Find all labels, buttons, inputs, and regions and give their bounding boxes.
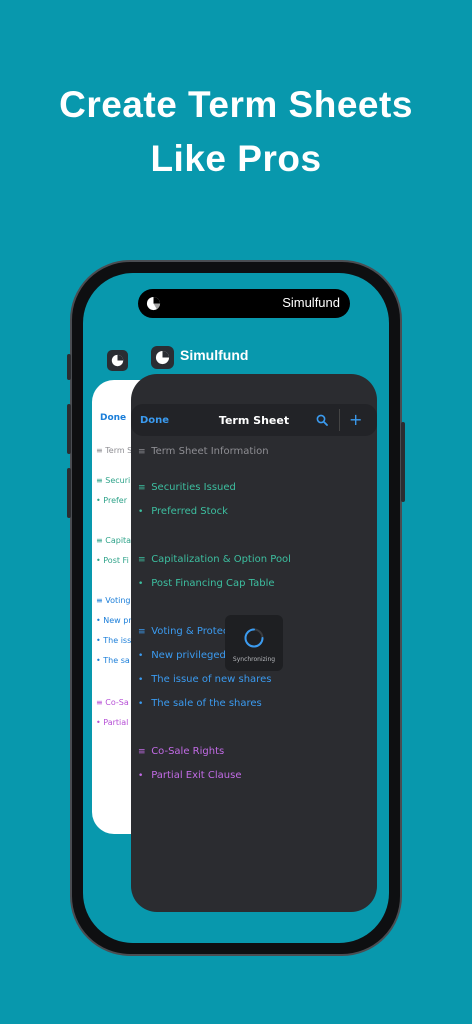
outline-row-label: Partial Exit Clause [151,770,242,781]
action-button [67,354,71,380]
nav-divider [339,409,340,431]
outline-row-label: Post Financing Cap Table [151,578,275,589]
section-icon: ≡ [96,476,103,485]
light-outline-row-label: Securi [105,476,131,485]
headline-line-1: Create Term Sheets [59,84,413,125]
outline-row[interactable]: • The issue of new shares [138,674,271,685]
bullet-icon: • [96,636,101,645]
outline-row-label: Securities Issued [151,482,236,493]
simulfund-app-icon-small[interactable] [107,350,128,371]
bullet-icon: • [96,656,101,665]
light-outline-row-label: Prefer [103,496,128,505]
phone-frame: Simulfund Simulfund Done ≡ Term S ≡ Secur… [67,260,405,956]
spinner-icon [244,628,264,648]
light-outline-row-label: Post Fi [103,556,129,565]
outline-row[interactable]: • Partial Exit Clause [138,770,242,781]
add-button[interactable]: + [349,410,362,429]
bullet-icon: • [138,675,144,685]
outline-row[interactable]: • Post Financing Cap Table [138,578,275,589]
search-icon[interactable] [316,414,328,426]
outline-row[interactable]: ≡ Voting & Protecti [138,626,235,637]
bullet-icon: • [96,556,101,565]
outline-row-label: Preferred Stock [151,506,228,517]
light-outline-row[interactable]: • New pri [96,616,134,625]
section-icon: ≡ [138,747,146,757]
bullet-icon: • [138,651,144,661]
outline-row-label: Capitalization & Option Pool [151,554,291,565]
outline-row[interactable]: ≡ Co-Sale Rights [138,746,224,757]
outline-row-label: Voting & Protecti [151,626,236,637]
light-outline-row[interactable]: ≡ Securi [96,476,130,485]
light-outline-row-label: Voting [105,596,131,605]
bullet-icon: • [138,699,144,709]
light-outline-row-label: New pri [103,616,134,625]
sync-indicator: Synchronizing [225,615,283,671]
pie-chart-icon [155,350,170,365]
bullet-icon: • [96,616,101,625]
outline-row[interactable]: • The sale of the shares [138,698,262,709]
bullet-icon: • [138,507,144,517]
simulfund-logo-icon [146,296,161,311]
sync-label: Synchronizing [232,656,276,663]
power-button [401,422,405,502]
bullet-icon: • [138,771,144,781]
light-outline-row[interactable]: ≡ Term S [96,446,132,455]
section-icon: ≡ [138,627,146,637]
section-icon: ≡ [96,596,103,605]
light-outline-row-label: Capita [105,536,132,545]
dynamic-island[interactable]: Simulfund [138,289,350,318]
outline-row[interactable]: ≡ Term Sheet Information [138,446,269,457]
outline-row[interactable]: ≡ Capitalization & Option Pool [138,554,291,565]
light-done-button[interactable]: Done [100,413,126,423]
light-outline-row-label: The sa [103,656,130,665]
dark-app-card[interactable]: Done Term Sheet + ≡ Term Sheet Informati… [131,374,377,912]
outline-row-label: Term Sheet Information [151,446,269,457]
nav-bar: Done Term Sheet + [131,404,377,436]
outline-row-label: Co-Sale Rights [151,746,225,757]
nav-title: Term Sheet [218,414,290,427]
volume-down-button [67,468,71,518]
light-outline-row-label: Term S [105,446,133,455]
light-outline-row[interactable]: • Prefer [96,496,127,505]
simulfund-app-icon[interactable] [151,346,174,369]
section-icon: ≡ [96,446,103,455]
light-outline-row[interactable]: ≡ Co-Sa [96,698,129,707]
light-outline-row[interactable]: • The sa [96,656,130,665]
bullet-icon: • [96,718,101,727]
outline-row[interactable]: • Preferred Stock [138,506,228,517]
bullet-icon: • [96,496,101,505]
app-switcher-label: Simulfund [180,347,249,363]
outline-row-label: The sale of the shares [151,698,262,709]
volume-up-button [67,404,71,454]
island-app-name: Simulfund [282,295,340,310]
light-outline-row-label: Partial [103,718,129,727]
light-outline-row[interactable]: • Partial [96,718,128,727]
light-outline-row[interactable]: • The iss [96,636,131,645]
light-outline-row-label: Co-Sa [105,698,129,707]
bullet-icon: • [138,579,144,589]
outline-row-label: The issue of new shares [151,674,272,685]
light-outline-row[interactable]: ≡ Voting [96,596,131,605]
section-icon: ≡ [138,483,146,493]
light-outline-row[interactable]: • Post Fi [96,556,129,565]
phone-screen: Simulfund Simulfund Done ≡ Term S ≡ Secur… [83,273,389,943]
section-icon: ≡ [96,536,103,545]
headline-line-2: Like Pros [150,138,322,179]
headline: Create Term Sheets Like Pros [0,78,472,186]
outline-row[interactable]: • New privileged cl [138,650,237,661]
section-icon: ≡ [96,698,103,707]
pie-chart-icon [111,354,124,367]
light-outline-row-label: The iss [103,636,132,645]
outline-row[interactable]: ≡ Securities Issued [138,482,236,493]
light-outline-row[interactable]: ≡ Capita [96,536,131,545]
section-icon: ≡ [138,555,146,565]
section-icon: ≡ [138,447,146,457]
